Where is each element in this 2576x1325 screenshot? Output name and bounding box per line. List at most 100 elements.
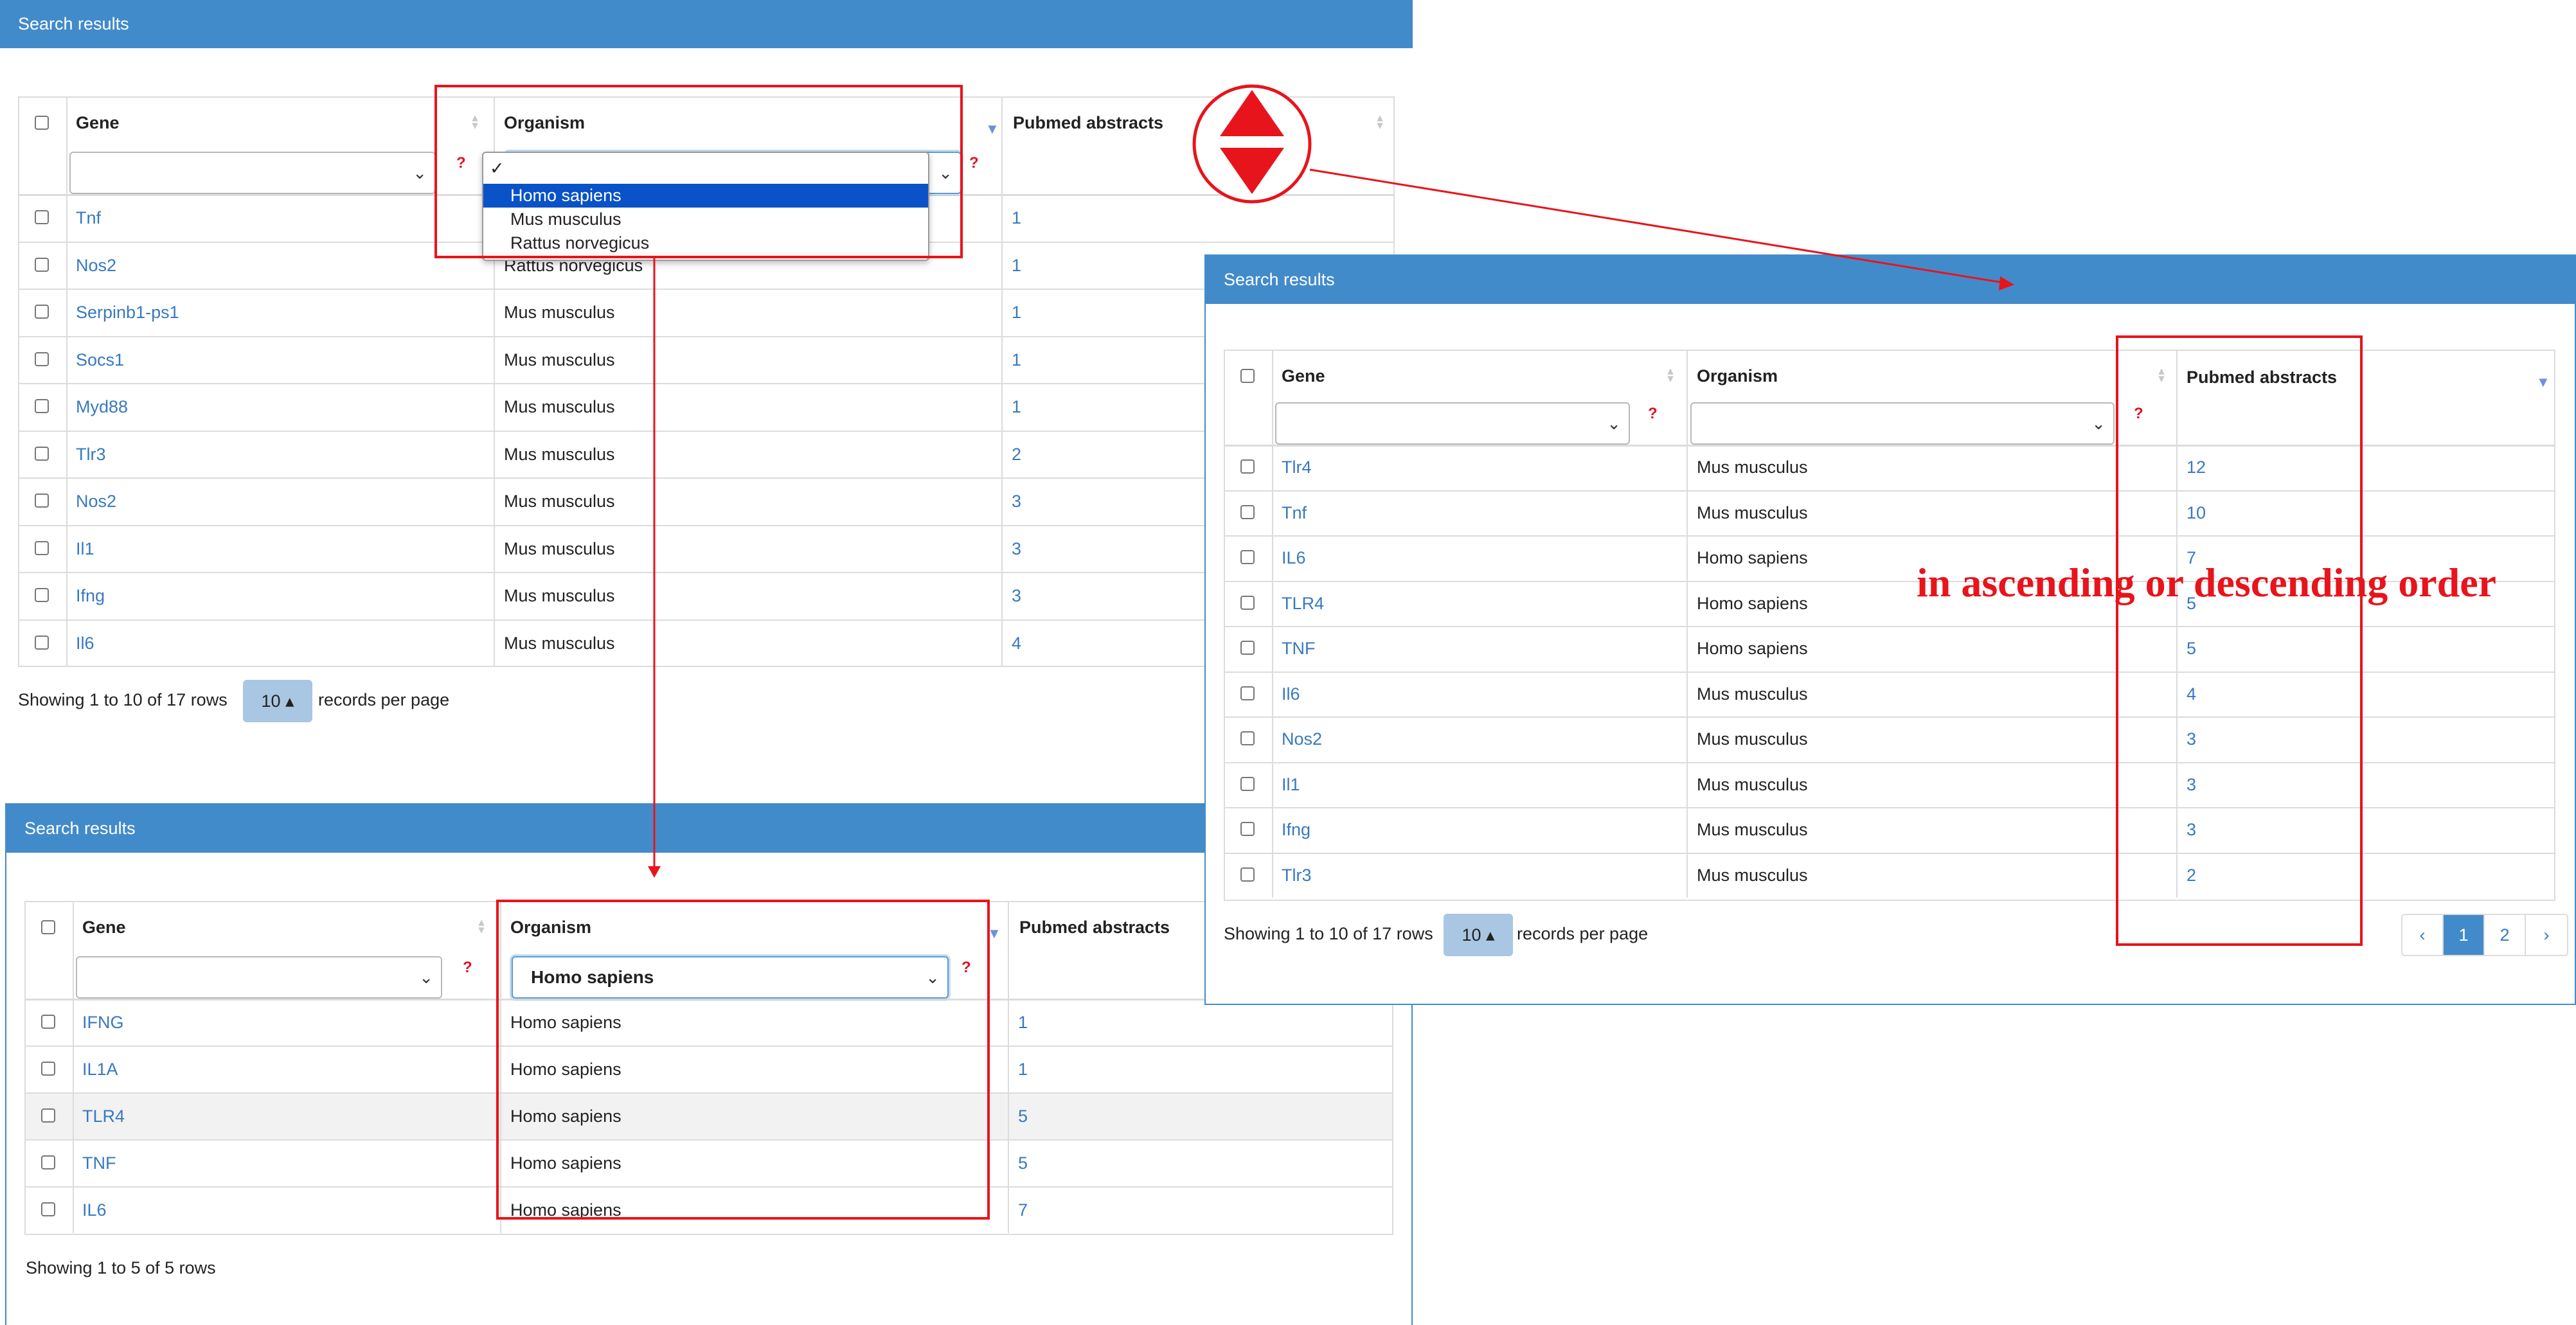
pubmed-count-link[interactable]: 3 (1012, 539, 1021, 559)
next-page-button[interactable]: › (2526, 915, 2567, 955)
row-checkbox[interactable] (1240, 731, 1255, 745)
pubmed-count-link[interactable]: 5 (1018, 1153, 1028, 1173)
sort-icon[interactable]: ▴ ▾ (476, 916, 487, 936)
row-checkbox[interactable] (35, 351, 49, 366)
pubmed-column-header[interactable]: Pubmed abstracts (1013, 113, 1163, 133)
row-checkbox[interactable] (1240, 686, 1255, 700)
rows-info: Showing 1 to 10 of 17 rows (1224, 924, 1433, 943)
row-checkbox[interactable] (35, 635, 49, 650)
pubmed-count-link[interactable]: 5 (1018, 1107, 1028, 1126)
row-checkbox[interactable] (1240, 595, 1255, 610)
help-icon[interactable]: ? (1648, 405, 1658, 423)
row-checkbox[interactable] (41, 1155, 55, 1169)
row-checkbox[interactable] (1240, 550, 1255, 564)
gene-link[interactable]: Nos2 (76, 492, 116, 511)
gene-link[interactable]: IL6 (82, 1200, 107, 1220)
pubmed-count-link[interactable]: 1 (1018, 1013, 1028, 1033)
pubmed-count-link[interactable]: 3 (1012, 492, 1021, 511)
help-icon[interactable]: ? (969, 154, 979, 172)
gene-link[interactable]: Myd88 (76, 397, 128, 417)
gene-filter-select[interactable]: ⌄ (69, 152, 436, 194)
prev-page-button[interactable]: ‹ (2402, 915, 2444, 955)
organism-cell: Mus musculus (1697, 774, 1808, 794)
gene-column-header[interactable]: Gene (82, 918, 126, 938)
organism-filter-select[interactable]: ⌄ (1690, 402, 2115, 445)
pubmed-count-link[interactable]: 3 (1012, 586, 1021, 606)
row-checkbox[interactable] (41, 1202, 55, 1216)
sort-icon[interactable]: ▴ ▾ (1665, 365, 1676, 385)
select-all-checkbox[interactable] (35, 116, 49, 130)
gene-link[interactable]: Tnf (1282, 503, 1307, 523)
gene-link[interactable]: Nos2 (1282, 729, 1322, 749)
pagination: ‹ 1 2 › (2401, 914, 2568, 956)
gene-link[interactable]: Socs1 (76, 350, 124, 370)
row-checkbox[interactable] (41, 1108, 55, 1123)
row-checkbox[interactable] (35, 446, 49, 461)
row-checkbox[interactable] (41, 1015, 55, 1029)
gene-link[interactable]: Tnf (76, 208, 101, 228)
records-per-page-label: records per page (318, 690, 450, 709)
gene-link[interactable]: Nos2 (76, 256, 116, 276)
pubmed-count-link[interactable]: 1 (1012, 208, 1021, 228)
select-all-checkbox[interactable] (1240, 369, 1255, 383)
row-checkbox[interactable] (1240, 641, 1255, 655)
gene-link[interactable]: Il6 (1282, 684, 1300, 704)
gene-column-header[interactable]: Gene (76, 113, 120, 133)
table-row: Serpinb1-ps1 Mus musculus 1 (19, 289, 1393, 336)
row-checkbox[interactable] (35, 588, 49, 602)
organism-cell: Homo sapiens (1697, 593, 1808, 613)
sort-icon[interactable]: ▴ ▾ (1374, 112, 1386, 132)
sort-desc-icon[interactable]: ▼ (985, 121, 999, 138)
sort-desc-icon[interactable]: ▼ (2536, 374, 2550, 391)
gene-link[interactable]: Tlr3 (76, 445, 106, 465)
pubmed-count-link[interactable]: 2 (1012, 445, 1021, 465)
gene-link[interactable]: TLR4 (82, 1107, 125, 1126)
gene-link[interactable]: Il6 (76, 634, 94, 654)
gene-link[interactable]: Il1 (76, 539, 94, 559)
help-icon[interactable]: ? (463, 959, 472, 977)
gene-link[interactable]: TNF (1282, 639, 1315, 659)
page-size-button[interactable]: 10 ▴ (1444, 914, 1513, 956)
row-checkbox[interactable] (35, 257, 49, 272)
records-per-page-label: records per page (1517, 924, 1649, 943)
page-button-2[interactable]: 2 (2485, 915, 2526, 955)
organism-cell: Mus musculus (504, 492, 615, 511)
gene-link[interactable]: Tlr3 (1282, 866, 1312, 885)
row-checkbox[interactable] (1240, 867, 1255, 882)
row-checkbox[interactable] (1240, 776, 1255, 791)
gene-link[interactable]: Tlr4 (1282, 458, 1312, 477)
gene-link[interactable]: Serpinb1-ps1 (76, 303, 179, 323)
row-checkbox[interactable] (1240, 822, 1255, 836)
row-checkbox[interactable] (1240, 459, 1255, 474)
row-checkbox[interactable] (35, 210, 49, 224)
gene-filter-select[interactable]: ⌄ (76, 956, 442, 999)
page-size-button[interactable]: 10 ▴ (243, 680, 312, 722)
gene-link[interactable]: IFNG (82, 1013, 124, 1033)
row-checkbox[interactable] (41, 1062, 55, 1076)
gene-link[interactable]: Il1 (1282, 775, 1300, 795)
gene-link[interactable]: TLR4 (1282, 594, 1324, 614)
pubmed-column-header[interactable]: Pubmed abstracts (1019, 918, 1170, 938)
row-checkbox[interactable] (35, 540, 49, 555)
pubmed-count-link[interactable]: 1 (1012, 303, 1021, 323)
row-checkbox[interactable] (35, 305, 49, 319)
row-checkbox[interactable] (35, 494, 49, 508)
row-checkbox[interactable] (1240, 504, 1255, 519)
organism-column-header[interactable]: Organism (1697, 366, 1778, 386)
pubmed-count-link[interactable]: 7 (1018, 1200, 1028, 1220)
pubmed-count-link[interactable]: 1 (1012, 397, 1021, 417)
pubmed-count-link[interactable]: 4 (1012, 634, 1021, 654)
gene-link[interactable]: IL6 (1282, 548, 1306, 568)
pubmed-count-link[interactable]: 1 (1012, 256, 1021, 276)
row-checkbox[interactable] (35, 399, 49, 413)
page-button-1[interactable]: 1 (2444, 915, 2485, 955)
gene-link[interactable]: IL1A (82, 1060, 118, 1080)
gene-filter-select[interactable]: ⌄ (1275, 402, 1630, 445)
gene-link[interactable]: TNF (82, 1153, 116, 1173)
pubmed-count-link[interactable]: 1 (1018, 1060, 1028, 1080)
gene-column-header[interactable]: Gene (1282, 366, 1325, 386)
gene-link[interactable]: Ifng (76, 586, 105, 606)
pubmed-count-link[interactable]: 1 (1012, 350, 1021, 370)
select-all-checkbox[interactable] (41, 920, 55, 934)
gene-link[interactable]: Ifng (1282, 820, 1310, 840)
